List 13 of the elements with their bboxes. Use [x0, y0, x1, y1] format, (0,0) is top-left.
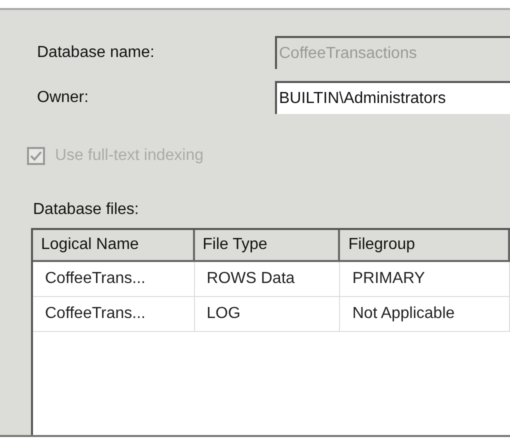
text-field[interactable]: BUILTIN\Administrators	[275, 81, 510, 114]
field-label: Database name:	[37, 42, 156, 62]
section-label: Database files:	[33, 200, 140, 220]
table-cell: CoffeeTrans...	[33, 297, 195, 332]
field-label: Owner:	[37, 88, 90, 108]
table-cell: PRIMARY	[340, 262, 510, 297]
column-header[interactable]: Logical Name	[33, 230, 195, 262]
table-cell: Not Applicable	[340, 297, 510, 332]
column-header[interactable]: Filegroup	[340, 230, 510, 262]
table-cell: ROWS Data	[194, 262, 340, 297]
table-cell: LOG	[194, 297, 340, 332]
column-header[interactable]: File Type	[194, 230, 340, 262]
table-cell: CoffeeTrans...	[33, 262, 195, 297]
